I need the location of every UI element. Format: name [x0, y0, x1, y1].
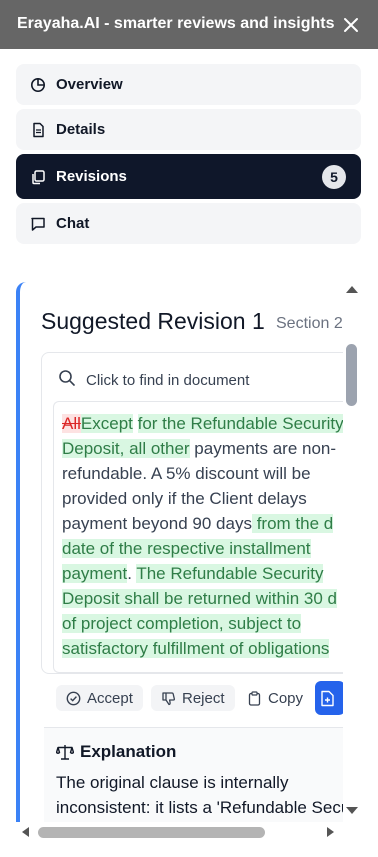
vertical-scroll-thumb[interactable] — [346, 344, 357, 406]
inserted-text: for the Refundable Security — [137, 414, 343, 433]
inserted-text: from the d — [251, 514, 334, 533]
reject-label: Reject — [182, 689, 225, 707]
clause-text: AllExcept for the Refundable Security Dep… — [62, 411, 343, 661]
scale-icon — [56, 745, 74, 760]
revision-title: Suggested Revision 1 — [41, 308, 265, 334]
app-header: Erayaha.AI - smarter reviews and insight… — [0, 0, 378, 49]
inserted-text: date of the respective installment — [62, 539, 311, 558]
clause-line: AllExcept for the Refundable Security — [62, 411, 343, 436]
inserted-text: of project completion, subject to — [62, 614, 302, 633]
tab-details[interactable]: Details — [16, 109, 361, 150]
inserted-text: Except — [80, 414, 133, 433]
clause-line: provided only if the Client delays — [62, 486, 343, 511]
inserted-text: Deposit, all other — [62, 439, 190, 458]
clause-text-segment — [133, 414, 138, 433]
inserted-text: Deposit shall be returned within 30 d — [62, 589, 337, 608]
clause-text-segment: provided only if the Client delays — [62, 489, 307, 508]
revision-card: Suggested Revision 1 Section 2 Click to … — [16, 282, 343, 822]
clause-line: date of the respective installment — [62, 536, 343, 561]
tab-revisions-label: Revisions — [56, 168, 127, 185]
revision-actions: Accept Reject Copy — [56, 681, 343, 725]
clause-text-segment: refundable. A 5% discount will be — [62, 464, 311, 483]
check-circle-icon — [66, 691, 81, 705]
document-icon — [30, 122, 46, 138]
clause-line: payment beyond 90 days from the d — [62, 511, 343, 536]
inserted-text: The Refundable Security — [136, 564, 324, 583]
insert-revision-button[interactable] — [315, 681, 343, 715]
chat-icon — [30, 216, 46, 232]
tab-revisions[interactable]: Revisions 5 — [16, 154, 361, 199]
search-icon — [58, 369, 86, 391]
explanation-title-label: Explanation — [80, 742, 177, 761]
scroll-up-arrow-icon[interactable] — [345, 284, 359, 294]
explanation-title: Explanation — [56, 742, 176, 762]
copy-button[interactable]: Copy — [237, 685, 313, 711]
deleted-text: All — [62, 414, 81, 433]
accept-button[interactable]: Accept — [56, 685, 143, 711]
find-in-document-label: Click to find in document — [86, 371, 250, 389]
inserted-text: payment — [62, 564, 128, 583]
accept-label: Accept — [87, 689, 133, 707]
explanation-panel: Explanation The original clause is inter… — [44, 727, 343, 822]
app-title: Erayaha.AI - smarter reviews and insight… — [17, 15, 335, 32]
find-in-document-button[interactable]: Click to find in document — [58, 369, 249, 391]
clause-line: payment. The Refundable Security — [62, 561, 343, 586]
clause-line: Deposit shall be returned within 30 d — [62, 586, 343, 611]
revisions-count-badge: 5 — [322, 165, 346, 189]
clause-text-segment: payment beyond 90 days — [62, 514, 252, 533]
clause-text-segment: . — [127, 564, 137, 583]
scroll-right-arrow-icon[interactable] — [326, 826, 336, 838]
pie-chart-icon — [30, 77, 46, 93]
copy-label: Copy — [268, 689, 304, 707]
clause-line: Deposit, all other payments are non- — [62, 436, 343, 461]
scroll-down-arrow-icon[interactable] — [345, 806, 359, 816]
inserted-text: satisfactory fulfillment of obligations — [62, 639, 330, 658]
file-plus-icon — [320, 690, 334, 706]
explanation-line: The original clause is internally — [56, 773, 289, 792]
clause-text-segment: payments are non- — [189, 439, 337, 458]
thumbs-down-icon — [162, 691, 176, 705]
explanation-text: The original clause is internally incons… — [56, 770, 343, 820]
clause-line: satisfactory fulfillment of obligations — [62, 636, 343, 661]
revision-section: Section 2 — [276, 315, 343, 332]
horizontal-scroll-thumb[interactable] — [38, 827, 265, 838]
scroll-left-arrow-icon[interactable] — [20, 826, 30, 838]
tab-details-label: Details — [56, 121, 106, 138]
close-icon[interactable] — [343, 17, 359, 33]
clipboard-icon — [248, 690, 261, 706]
tab-overview-label: Overview — [56, 76, 123, 93]
explanation-line: inconsistent: it lists a 'Refundable Sec… — [56, 798, 343, 817]
clause-line: refundable. A 5% discount will be — [62, 461, 343, 486]
tab-chat-label: Chat — [56, 215, 90, 232]
tab-chat[interactable]: Chat — [16, 203, 361, 244]
copy-icon — [30, 169, 46, 185]
tab-overview[interactable]: Overview — [16, 64, 361, 105]
clause-line: of project completion, subject to — [62, 611, 343, 636]
reject-button[interactable]: Reject — [151, 685, 235, 711]
